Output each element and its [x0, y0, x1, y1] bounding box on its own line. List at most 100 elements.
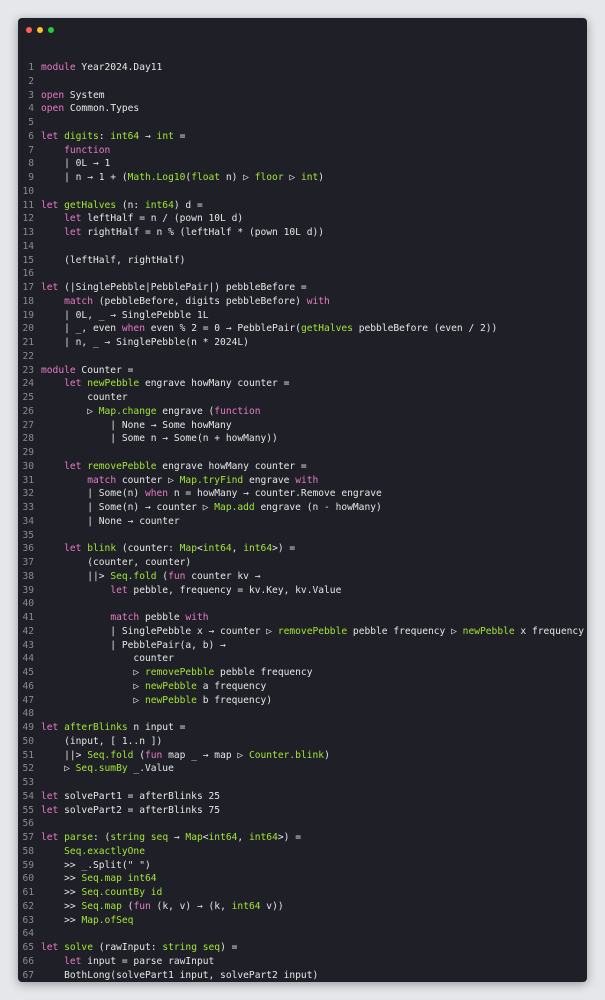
line-number: 3: [28, 89, 34, 101]
code-line: 18 match (pebbleBefore, digits pebbleBef…: [18, 295, 587, 309]
code-token: | n, _ → SinglePebble(n * 2024L): [41, 337, 249, 348]
code-token: BothLong(solvePart1 input, solvePart2 in…: [41, 969, 319, 981]
code-token: (k, v) → (k,: [150, 900, 232, 912]
code-line: 16: [18, 267, 587, 281]
code-token: ▷: [41, 667, 145, 678]
maximize-button[interactable]: [48, 27, 54, 33]
line-number: 10: [22, 185, 34, 197]
code-line: 32 | Some(n) when n = howMany → counter.…: [18, 487, 587, 501]
code-token: match: [110, 612, 140, 623]
code-token: (pebbleBefore, digits pebbleBefore): [93, 295, 307, 307]
code-token: fun: [133, 900, 151, 912]
code-line: 63 >> Map.ofSeq: [18, 914, 587, 928]
line-number: 13: [22, 227, 34, 238]
code-line: 41 match pebble with: [18, 611, 587, 625]
code-token: newPebble: [144, 680, 197, 692]
line-number: 19: [22, 309, 34, 321]
code-token: →: [139, 130, 157, 142]
code-token: ||>: [41, 749, 88, 761]
line-number: 59: [22, 859, 34, 871]
code-token: int64: [127, 873, 157, 885]
code-token: | Some(n) → counter ▷: [41, 502, 215, 513]
code-token: (: [133, 749, 145, 761]
code-token: open: [41, 89, 65, 101]
line-number: 7: [28, 144, 34, 156]
code-line: 26 ▷ Map.change engrave (function: [18, 405, 587, 419]
code-token: (|SinglePebble|PebblePair|) pebbleBefore…: [58, 282, 307, 293]
code-line: 38 ||> Seq.fold (fun counter kv →: [18, 570, 587, 584]
code-token: fun: [145, 749, 163, 761]
code-token: Seq.exactlyOne: [64, 845, 145, 857]
code-token: solve: [64, 942, 93, 953]
code-line: 27 | None → Some howMany: [18, 419, 587, 433]
code-token: int64: [231, 900, 261, 912]
code-line: 47 ▷ newPebble b frequency): [18, 694, 587, 708]
code-token: | PebblePair(a, b) →: [41, 639, 226, 651]
code-line: 30 let removePebble engrave howMany coun…: [18, 460, 587, 474]
line-number: 60: [22, 873, 34, 885]
code-token: with: [185, 612, 209, 623]
line-number: 41: [22, 612, 34, 623]
code-token: ) d =: [173, 199, 203, 211]
line-number: 49: [22, 722, 34, 733]
code-line: 58 Seq.exactlyOne: [18, 845, 587, 859]
code-token: open: [41, 103, 65, 115]
code-token: digits: [64, 130, 99, 142]
line-number: 61: [22, 887, 34, 898]
code-line: 2: [18, 75, 587, 89]
code-line: 24 let newPebble engrave howMany counter…: [18, 377, 587, 391]
code-token: string: [110, 832, 145, 843]
code-token: Seq.fold: [87, 749, 134, 761]
line-number: 44: [22, 653, 34, 665]
code-token: Year2024.Day11: [75, 62, 163, 73]
code-token: Map.tryFind: [179, 474, 244, 486]
code-token: function: [214, 405, 261, 417]
code-token: n) ▷: [220, 172, 255, 183]
line-number: 15: [22, 254, 34, 266]
line-number: 45: [22, 667, 34, 678]
line-number: 30: [22, 460, 34, 472]
code-token: let: [41, 790, 59, 802]
code-token: ▷: [41, 405, 99, 417]
code-token: | Some(n): [41, 488, 145, 500]
code-token: let: [64, 543, 82, 555]
line-number: 25: [22, 392, 34, 403]
code-token: seq: [150, 832, 169, 843]
line-number: 33: [22, 502, 34, 513]
line-number: 64: [22, 928, 34, 940]
code-token: newPebble: [462, 625, 515, 637]
code-line: 6 let digits: int64 → int =: [18, 130, 587, 144]
code-token: a frequency: [196, 680, 267, 692]
code-line: 33 | Some(n) → counter ▷ Map.add engrave…: [18, 501, 587, 515]
close-button[interactable]: [26, 27, 32, 33]
code-token: newPebble: [87, 378, 140, 390]
code-token: solvePart1 = afterBlinks 25: [58, 790, 221, 802]
code-token: | None → counter: [41, 515, 180, 527]
line-number: 58: [22, 845, 34, 857]
code-line: 62 >> Seq.map (fun (k, v) → (k, int64 v)…: [18, 900, 587, 914]
code-line: 11 let getHalves (n: int64) d =: [18, 199, 587, 213]
code-token: counter: [41, 392, 128, 403]
code-token: int64: [248, 832, 278, 843]
code-token: >) =: [277, 832, 301, 843]
code-token: let: [41, 832, 59, 843]
code-token: parse: [64, 832, 93, 843]
code-token: (counter:: [116, 543, 180, 555]
code-token: when: [121, 323, 145, 335]
code-line: 25 counter: [18, 391, 587, 405]
minimize-button[interactable]: [37, 27, 43, 33]
code-token: | 0L, _ → SinglePebble 1L: [41, 309, 209, 321]
code-token: (rawInput:: [93, 942, 163, 953]
code-token: >>: [41, 873, 82, 885]
line-number: 42: [22, 625, 34, 637]
code-editor: 1 module Year2024.Day11 2 3 open System 4 open…: [18, 61, 587, 982]
code-token: _.Value: [127, 763, 174, 775]
code-token: Common.Types: [64, 103, 140, 115]
code-token: Counter.blink: [248, 749, 325, 761]
code-token: map _ → map ▷: [162, 749, 249, 761]
line-number: 65: [22, 942, 34, 953]
code-token: let: [41, 804, 59, 816]
